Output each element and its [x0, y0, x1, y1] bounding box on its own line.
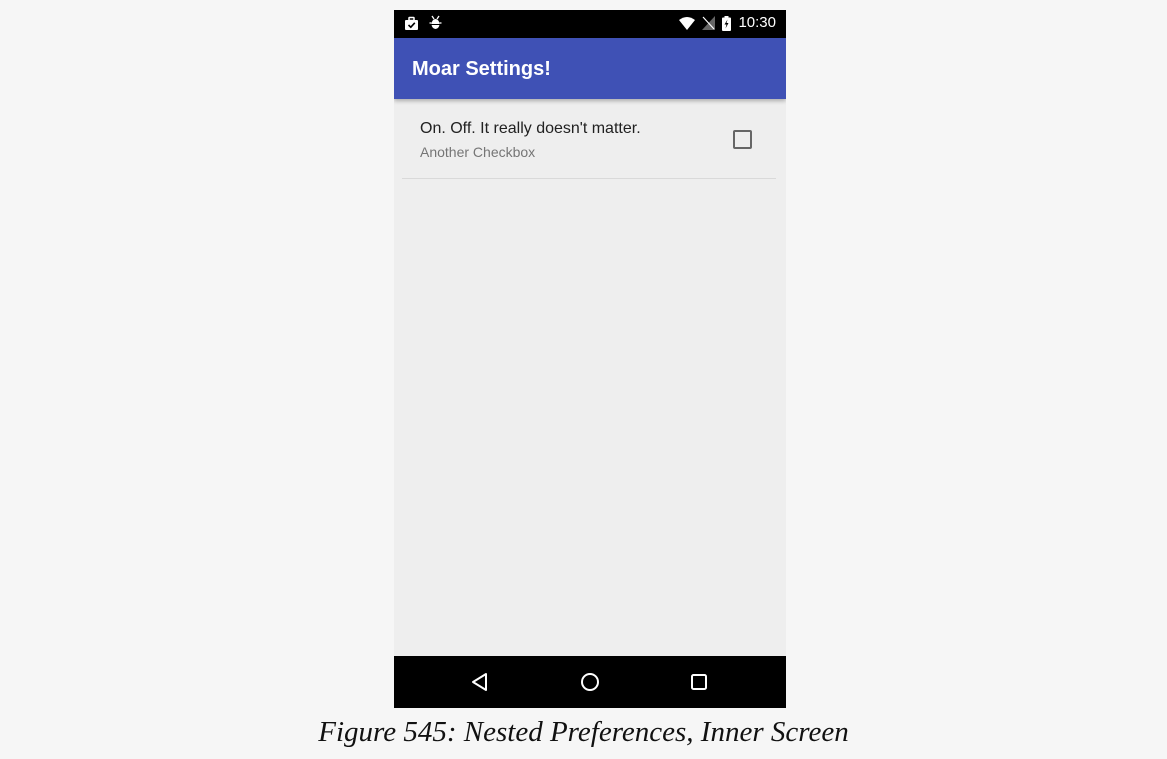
no-signal-icon	[702, 16, 716, 30]
battery-charging-icon	[722, 15, 732, 31]
phone-screen: 10:30 Moar Settings! On. Off. It really …	[394, 10, 786, 708]
status-right-icons: 10:30	[679, 14, 776, 32]
back-icon[interactable]	[467, 669, 493, 695]
home-icon[interactable]	[577, 669, 603, 695]
recents-icon[interactable]	[686, 669, 712, 695]
figure-caption: Figure 545: Nested Preferences, Inner Sc…	[318, 716, 849, 748]
app-title: Moar Settings!	[412, 58, 551, 80]
preference-item-another-checkbox[interactable]: On. Off. It really doesn't matter. Anoth…	[402, 99, 776, 179]
android-debug-icon	[429, 15, 442, 31]
preference-summary: Another Checkbox	[420, 144, 536, 160]
app-bar: Moar Settings!	[394, 38, 786, 99]
clock: 10:30	[738, 14, 776, 31]
navigation-bar	[394, 656, 786, 708]
preference-checkbox[interactable]	[733, 130, 752, 149]
preference-title: On. Off. It really doesn't matter.	[420, 120, 641, 137]
status-bar: 10:30	[394, 10, 786, 38]
wifi-icon	[679, 16, 696, 30]
status-left-icons	[404, 15, 442, 31]
briefcase-check-icon	[404, 16, 419, 31]
